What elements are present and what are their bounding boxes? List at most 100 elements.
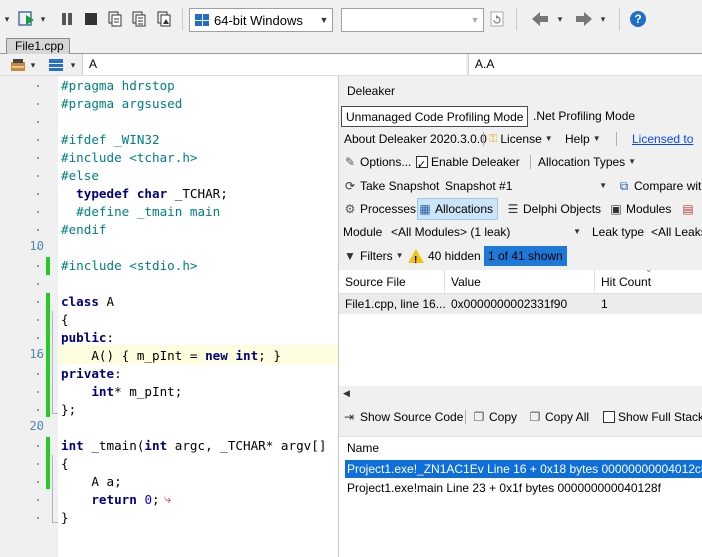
copy-button[interactable]: ❐ Copy (472, 406, 517, 428)
back-dropdown-icon[interactable]: ▾ (555, 10, 565, 28)
show-source-code-button[interactable]: ⇥ Show Source Code (341, 406, 463, 428)
refresh-icon[interactable] (488, 10, 506, 28)
allocations-table: Source File Value Hit Count ⌄ File1.cpp,… (339, 264, 702, 386)
code-token: #pragma argsused (61, 96, 183, 111)
stop-icon[interactable] (83, 10, 99, 28)
code-line[interactable]: #ifdef _WIN32 (61, 131, 160, 149)
code-line[interactable]: typedef char _TCHAR; (61, 185, 228, 203)
options-icon: ✎ (344, 155, 356, 169)
compare-with-button[interactable]: ⧉ Compare wit (617, 175, 702, 197)
options-button[interactable]: ✎ Options... (343, 151, 411, 173)
code-line[interactable]: int* m_pInt; (61, 383, 182, 401)
allocations-label: Allocations (435, 202, 494, 216)
back-arrow-icon[interactable] (530, 10, 550, 28)
chart-icon: ▤ (682, 202, 694, 216)
member-selector[interactable]: A.A (468, 54, 702, 75)
code-line[interactable]: class A (61, 293, 114, 311)
help-icon[interactable]: ? (628, 10, 648, 28)
leak-type-select[interactable]: <All Leaks (647, 221, 702, 243)
code-line[interactable]: #else (61, 167, 99, 185)
class-selector[interactable]: A (82, 54, 466, 75)
configuration-select[interactable]: ▼ (341, 8, 484, 32)
code-line[interactable]: }; (61, 401, 76, 419)
class-dropdown-icon[interactable]: ▾ (68, 56, 78, 74)
code-line[interactable]: } (61, 509, 69, 527)
run-arrow-icon[interactable] (17, 10, 37, 28)
tab-processes[interactable]: ⚙ Processes (343, 198, 416, 220)
code-line[interactable]: #include <stdio.h> (61, 257, 197, 275)
gutter-dot (37, 301, 39, 303)
code-line[interactable]: #pragma argsused (61, 95, 182, 113)
code-line[interactable]: A() { m_pInt = new int; } (61, 347, 281, 365)
show-full-stack-checkbox[interactable]: Show Full Stack (603, 406, 702, 428)
column-header-value[interactable]: Value (445, 270, 595, 294)
module-select[interactable]: <All Modules> (1 leak) ▼ (387, 221, 585, 243)
code-line[interactable]: { (61, 455, 69, 473)
snapshot-select[interactable]: Snapshot #1 ▼ (441, 175, 609, 197)
pause-icon[interactable] (59, 10, 75, 28)
tab-unmanaged-profiling[interactable]: Unmanaged Code Profiling Mode (341, 106, 529, 127)
code-line[interactable]: A a; (61, 473, 121, 491)
code-line[interactable]: public: (61, 329, 114, 347)
allocation-types-menu[interactable]: Allocation Types ▼ (538, 151, 636, 173)
take-snapshot-button[interactable]: ⟳ Take Snapshot (343, 175, 439, 197)
tab-allocations[interactable]: ▦ Allocations (417, 198, 499, 220)
checkbox-unchecked[interactable] (603, 411, 615, 423)
licensed-to-link[interactable]: Licensed to (632, 128, 693, 150)
code-line[interactable]: return 0; (61, 491, 159, 509)
tab-modules[interactable]: ▣ Modules (609, 198, 671, 220)
step-icon[interactable] (106, 10, 124, 28)
code-line[interactable]: private: (61, 365, 122, 383)
copy-all-button[interactable]: ❐ Copy All (528, 406, 589, 428)
line-number: 20 (29, 419, 44, 433)
deleaker-panel: Deleaker Unmanaged Code Profiling Mode .… (338, 76, 702, 557)
chevron-down-icon[interactable]: ▼ (316, 15, 332, 25)
copy-all-icon: ❐ (529, 410, 541, 424)
modules-label: Modules (626, 202, 672, 216)
enable-deleaker-checkbox[interactable]: Enable Deleaker (416, 151, 520, 176)
code-line[interactable]: #pragma hdrstop (61, 77, 175, 95)
enable-label: Enable Deleaker (431, 155, 520, 169)
tab-net-profiling[interactable]: .Net Profiling Mode (529, 106, 639, 127)
dropdown-arrow-icon[interactable]: ▾ (2, 10, 12, 28)
code-line[interactable]: { (61, 311, 69, 329)
code-token: _tmain( (83, 438, 145, 453)
gutter-dot (37, 211, 39, 213)
code-line[interactable]: #define _tmain main (61, 203, 220, 221)
stack-column-header[interactable]: Name (339, 436, 702, 458)
about-button[interactable]: About Deleaker 2020.3.0.0 (344, 128, 487, 150)
code-line[interactable]: #endif (61, 221, 107, 239)
tab-chart[interactable]: ▤ (681, 198, 695, 220)
gutter-dot (37, 463, 39, 465)
filters-button[interactable]: ▼ Filters ▼ (343, 245, 404, 267)
forward-dropdown-icon[interactable]: ▾ (598, 10, 608, 28)
filters-label: Filters (360, 249, 393, 263)
stack-frame-row[interactable]: Project1.exe!_ZN1AC1Ev Line 16 + 0x18 by… (345, 460, 702, 478)
forward-arrow-icon[interactable] (574, 10, 594, 28)
horizontal-scrollbar[interactable]: ◀ (339, 386, 702, 403)
tab-file1-cpp[interactable]: File1.cpp (6, 38, 70, 54)
help-menu[interactable]: Help ▼ (565, 128, 601, 150)
step-over-icon[interactable] (130, 10, 148, 28)
hidden-count-badge[interactable]: 40 hidden (408, 245, 481, 272)
step-out-icon[interactable] (155, 10, 173, 28)
stack-frame-row[interactable]: Project1.exe!main Line 23 + 0x1f bytes 0… (345, 479, 661, 497)
full-stack-label: Show Full Stack (618, 410, 702, 424)
structure-dropdown-icon[interactable]: ▾ (28, 56, 38, 74)
code-line[interactable]: int _tmain(int argc, _TCHAR* argv[] (61, 437, 326, 455)
scroll-left-icon[interactable]: ◀ (343, 388, 350, 399)
gutter-dot (37, 121, 39, 123)
code-line[interactable]: #include <tchar.h> (61, 149, 197, 167)
class-icon[interactable] (47, 56, 65, 74)
license-menu[interactable]: ⚿ License ▼ (489, 128, 553, 150)
table-row[interactable]: File1.cpp, line 16... 0x0000000002331f90… (339, 294, 702, 314)
column-header-source-file[interactable]: Source File (339, 270, 445, 294)
structure-icon[interactable] (8, 56, 28, 74)
platform-select[interactable]: 64-bit Windows ▼ (189, 8, 333, 32)
checkbox-checked[interactable] (416, 154, 428, 176)
tab-delphi-objects[interactable]: ☰ Delphi Objects (506, 198, 601, 220)
chevron-down-icon[interactable]: ▼ (467, 15, 483, 25)
line-number: 16 (29, 347, 44, 361)
run-dropdown-icon[interactable]: ▾ (38, 10, 48, 28)
